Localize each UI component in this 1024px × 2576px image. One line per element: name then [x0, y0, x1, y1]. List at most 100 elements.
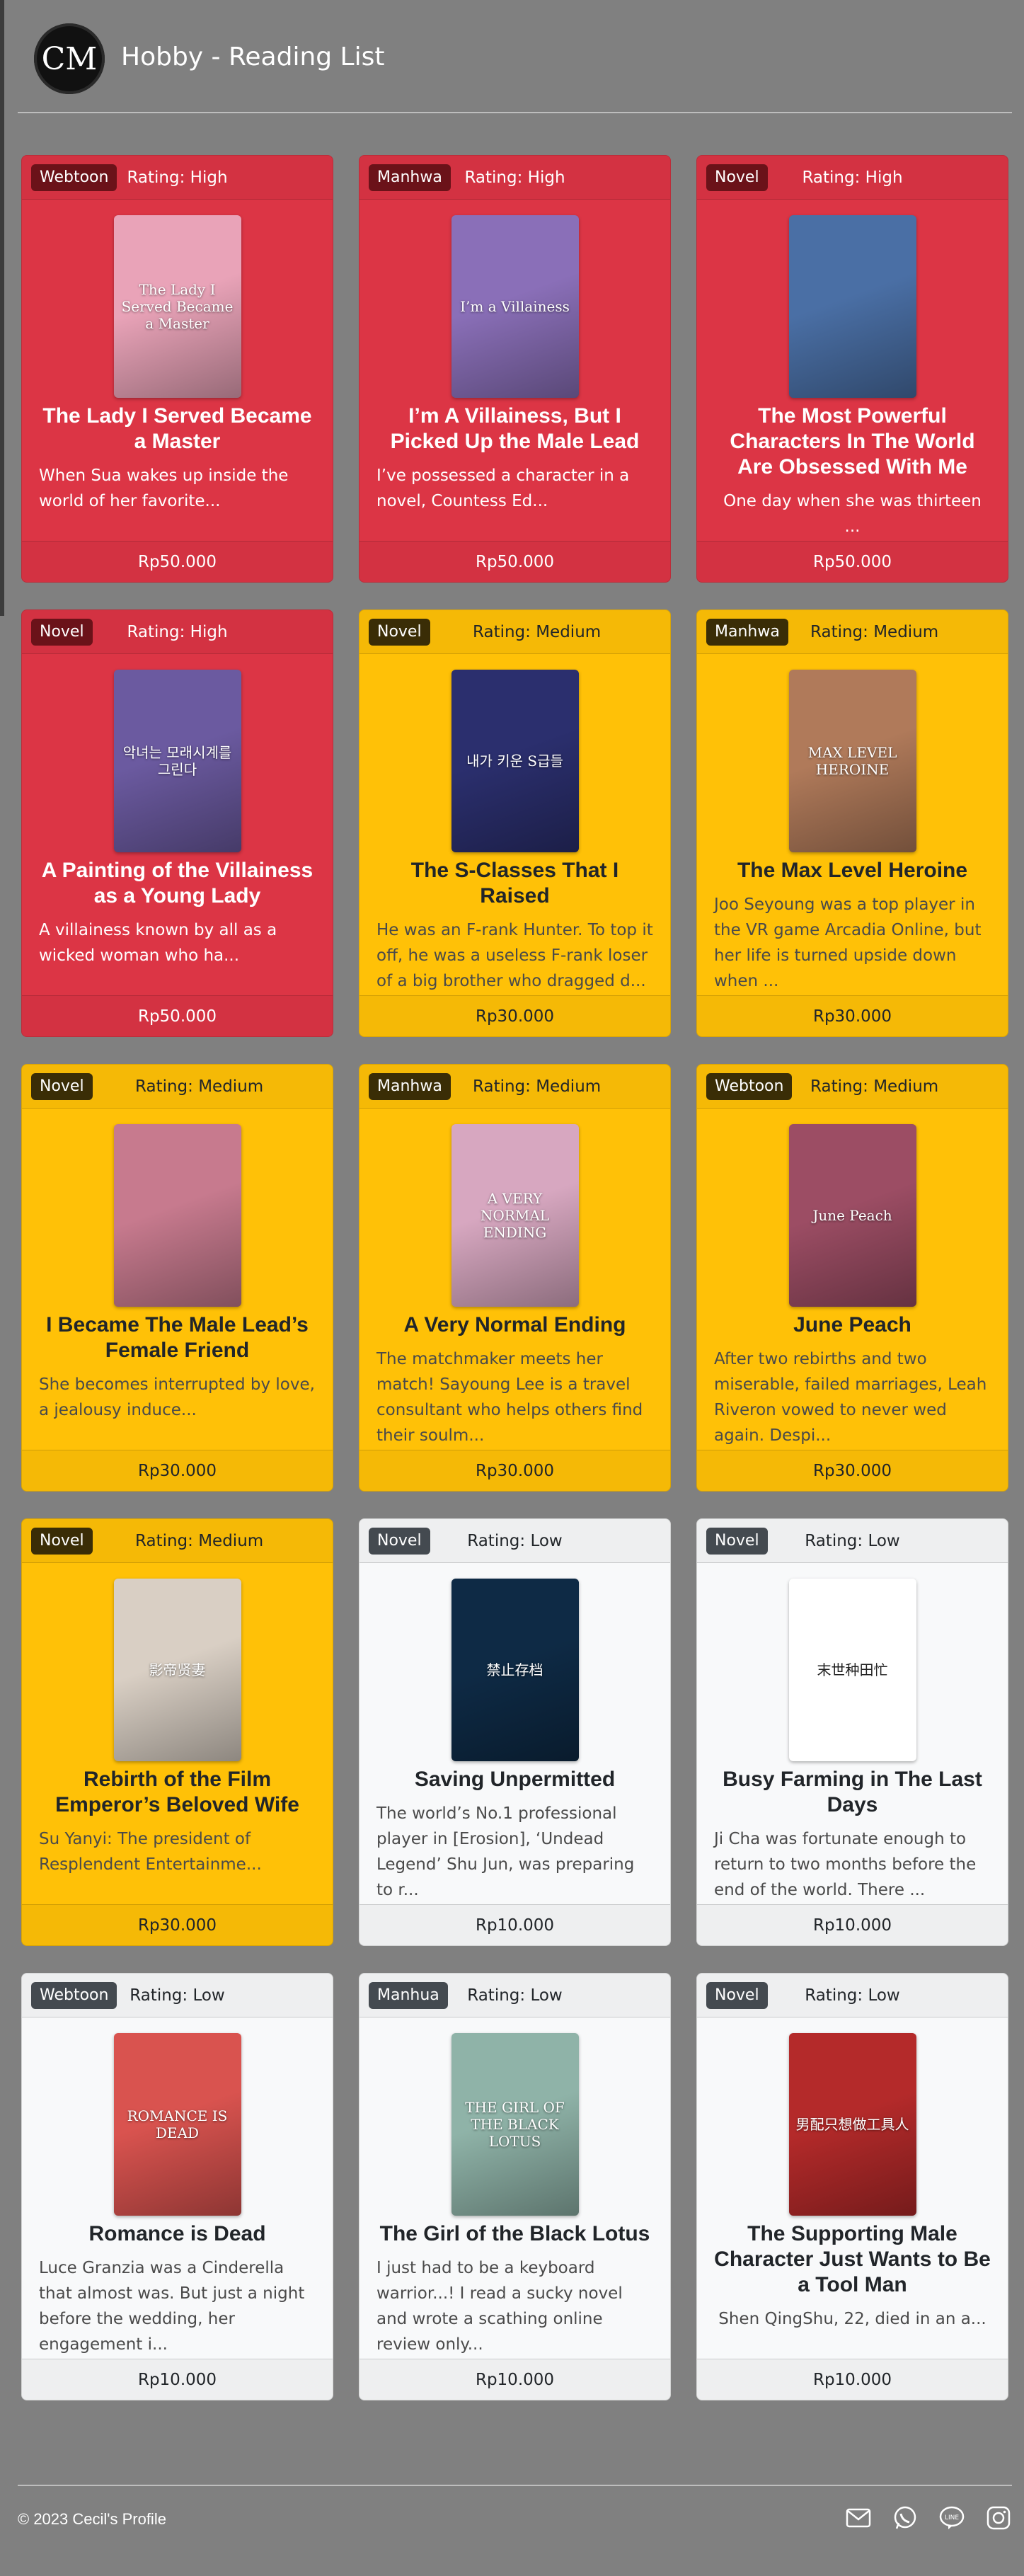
card-header: Novel Rating: Medium — [22, 1519, 333, 1563]
cover-image[interactable]: 男配只想做工具人 — [788, 2033, 916, 2216]
cover-image[interactable]: 악녀는 모래시계를 그린다 — [113, 670, 241, 852]
cover-text: 男配只想做工具人 — [795, 2116, 909, 2133]
card-header: Novel Rating: Low — [359, 1519, 670, 1563]
reading-card[interactable]: Novel Rating: Medium 影帝贤妻 Rebirth of the… — [21, 1518, 333, 1946]
card-synopsis: Ji Cha was fortunate enough to return to… — [714, 1830, 977, 1899]
card-price: Rp10.000 — [697, 1904, 1008, 1945]
line-icon[interactable]: LINE — [938, 2505, 965, 2531]
card-title[interactable]: Saving Unpermitted — [415, 1767, 615, 1792]
reading-card[interactable]: Webtoon Rating: Medium June Peach June P… — [696, 1064, 1008, 1492]
reading-card[interactable]: Novel Rating: High 악녀는 모래시계를 그린다 A Paint… — [21, 609, 333, 1037]
card-title[interactable]: I’m A Villainess, But I Picked Up the Ma… — [376, 403, 653, 454]
card-body: 내가 키운 S급들 The S-Classes That I Raised He… — [359, 654, 670, 995]
reading-card[interactable]: Novel Rating: Low 末世种田忙 Busy Farming in … — [696, 1518, 1008, 1946]
reading-card[interactable]: Novel Rating: Low 禁止存档 Saving Unpermitte… — [359, 1518, 671, 1946]
cover-image[interactable]: 影帝贤妻 — [113, 1579, 241, 1761]
instagram-icon[interactable] — [985, 2505, 1012, 2531]
type-badge: Novel — [31, 618, 93, 646]
type-badge: Webtoon — [31, 164, 117, 191]
card-price: Rp50.000 — [22, 541, 333, 582]
card-body: June Peach June Peach After two rebirths… — [697, 1109, 1008, 1450]
page-title: Hobby - Reading List — [121, 42, 385, 71]
card-title[interactable]: A Very Normal Ending — [404, 1312, 626, 1338]
cover-text: ROMANCE IS DEAD — [127, 2107, 228, 2141]
card-price: Rp30.000 — [22, 1904, 333, 1945]
reading-card[interactable]: Manhwa Rating: High I’m a Villainess I’m… — [359, 155, 671, 583]
card-title[interactable]: The Max Level Heroine — [737, 858, 967, 883]
card-title[interactable]: June Peach — [793, 1312, 911, 1338]
cover-image[interactable]: 내가 키운 S급들 — [451, 670, 579, 852]
reading-card[interactable]: Webtoon Rating: High The Lady I Served B… — [21, 155, 333, 583]
cover-image[interactable]: MAX LEVEL HEROINE — [788, 670, 916, 852]
cover-text — [173, 1211, 182, 1220]
card-price: Rp30.000 — [359, 1450, 670, 1491]
cover-image[interactable]: I’m a Villainess — [451, 215, 579, 398]
page-footer: © 2023 Cecil's Profile LINE — [18, 2485, 1012, 2555]
card-body: I Became The Male Lead’s Female Friend S… — [22, 1109, 333, 1450]
reading-card[interactable]: Manhwa Rating: Medium MAX LEVEL HEROINE … — [696, 609, 1008, 1037]
card-header: Novel Rating: Low — [697, 1519, 1008, 1563]
cover-text: June Peach — [812, 1207, 892, 1224]
card-body: The Lady I Served Became a Master The La… — [22, 200, 333, 541]
card-title[interactable]: The Lady I Served Became a Master — [39, 403, 316, 454]
card-synopsis: When Sua wakes up inside the world of he… — [39, 466, 289, 510]
card-title[interactable]: The Most Powerful Characters In The Worl… — [714, 403, 991, 480]
type-badge: Webtoon — [31, 1981, 117, 2009]
card-price: Rp10.000 — [22, 2359, 333, 2400]
cover-text: 影帝贤妻 — [149, 1661, 206, 1678]
cover-text: I’m a Villainess — [460, 298, 570, 315]
card-title[interactable]: Romance is Dead — [88, 2221, 265, 2247]
mail-icon[interactable] — [845, 2505, 872, 2531]
cover-image[interactable]: 禁止存档 — [451, 1579, 579, 1761]
card-synopsis: One day when she was thirteen ... — [723, 492, 982, 536]
reading-card[interactable]: Novel Rating: Medium 내가 키운 S급들 The S-Cla… — [359, 609, 671, 1037]
cover-image[interactable]: The Lady I Served Became a Master — [113, 215, 241, 398]
reading-card[interactable]: Manhwa Rating: Medium A VERY NORMAL ENDI… — [359, 1064, 671, 1492]
copyright-text: © 2023 Cecil's Profile — [18, 2510, 166, 2528]
cover-image[interactable]: 末世种田忙 — [788, 1579, 916, 1761]
cover-image[interactable] — [113, 1124, 241, 1307]
card-body: 禁止存档 Saving Unpermitted The world’s No.1… — [359, 1563, 670, 1904]
card-synopsis: Joo Seyoung was a top player in the VR g… — [714, 895, 982, 990]
cover-image[interactable]: THE GIRL OF THE BLACK LOTUS — [451, 2033, 579, 2216]
card-price: Rp10.000 — [359, 2359, 670, 2400]
cover-text: The Lady I Served Became a Master — [121, 281, 234, 332]
reading-card[interactable]: Novel Rating: High The Most Powerful Cha… — [696, 155, 1008, 583]
card-title[interactable]: The Girl of the Black Lotus — [380, 2221, 650, 2247]
card-synopsis: Su Yanyi: The president of Resplendent E… — [39, 1830, 262, 1874]
cover-image[interactable]: A VERY NORMAL ENDING — [451, 1124, 579, 1307]
card-synopsis: I’ve possessed a character in a novel, C… — [376, 466, 630, 510]
card-price: Rp50.000 — [22, 995, 333, 1036]
card-title[interactable]: I Became The Male Lead’s Female Friend — [39, 1312, 316, 1363]
cover-image[interactable] — [788, 215, 916, 398]
card-header: Webtoon Rating: High — [22, 156, 333, 200]
whatsapp-icon[interactable] — [892, 2505, 919, 2531]
card-title[interactable]: Busy Farming in The Last Days — [714, 1767, 991, 1818]
type-badge: Novel — [706, 1527, 768, 1555]
cover-image[interactable]: June Peach — [788, 1124, 916, 1307]
reading-list-grid: Webtoon Rating: High The Lady I Served B… — [21, 155, 1008, 2400]
card-synopsis: He was an F-rank Hunter. To top it off, … — [376, 921, 653, 990]
card-title[interactable]: A Painting of the Villainess as a Young … — [39, 858, 316, 909]
social-links: LINE — [845, 2505, 1012, 2531]
card-title[interactable]: The S-Classes That I Raised — [376, 858, 653, 909]
reading-card[interactable]: Webtoon Rating: Low ROMANCE IS DEAD Roma… — [21, 1973, 333, 2400]
cover-text — [848, 302, 857, 311]
card-title[interactable]: Rebirth of the Film Emperor’s Beloved Wi… — [39, 1767, 316, 1818]
card-synopsis: Luce Granzia was a Cinderella that almos… — [39, 2259, 305, 2354]
card-price: Rp10.000 — [359, 1904, 670, 1945]
card-body: 影帝贤妻 Rebirth of the Film Emperor’s Belov… — [22, 1563, 333, 1904]
card-synopsis: After two rebirths and two miserable, fa… — [714, 1350, 987, 1445]
reading-card[interactable]: Manhua Rating: Low THE GIRL OF THE BLACK… — [359, 1973, 671, 2400]
type-badge: Manhwa — [706, 618, 788, 646]
site-logo[interactable]: CM — [34, 23, 105, 94]
card-price: Rp50.000 — [697, 541, 1008, 582]
cover-image[interactable]: ROMANCE IS DEAD — [113, 2033, 241, 2216]
card-header: Manhwa Rating: Medium — [359, 1065, 670, 1109]
card-title[interactable]: The Supporting Male Character Just Wants… — [714, 2221, 991, 2298]
reading-card[interactable]: Novel Rating: Low 男配只想做工具人 The Supportin… — [696, 1973, 1008, 2400]
type-badge: Novel — [369, 618, 430, 646]
card-header: Manhwa Rating: High — [359, 156, 670, 200]
reading-card[interactable]: Novel Rating: Medium I Became The Male L… — [21, 1064, 333, 1492]
card-synopsis: She becomes interrupted by love, a jealo… — [39, 1375, 315, 1419]
